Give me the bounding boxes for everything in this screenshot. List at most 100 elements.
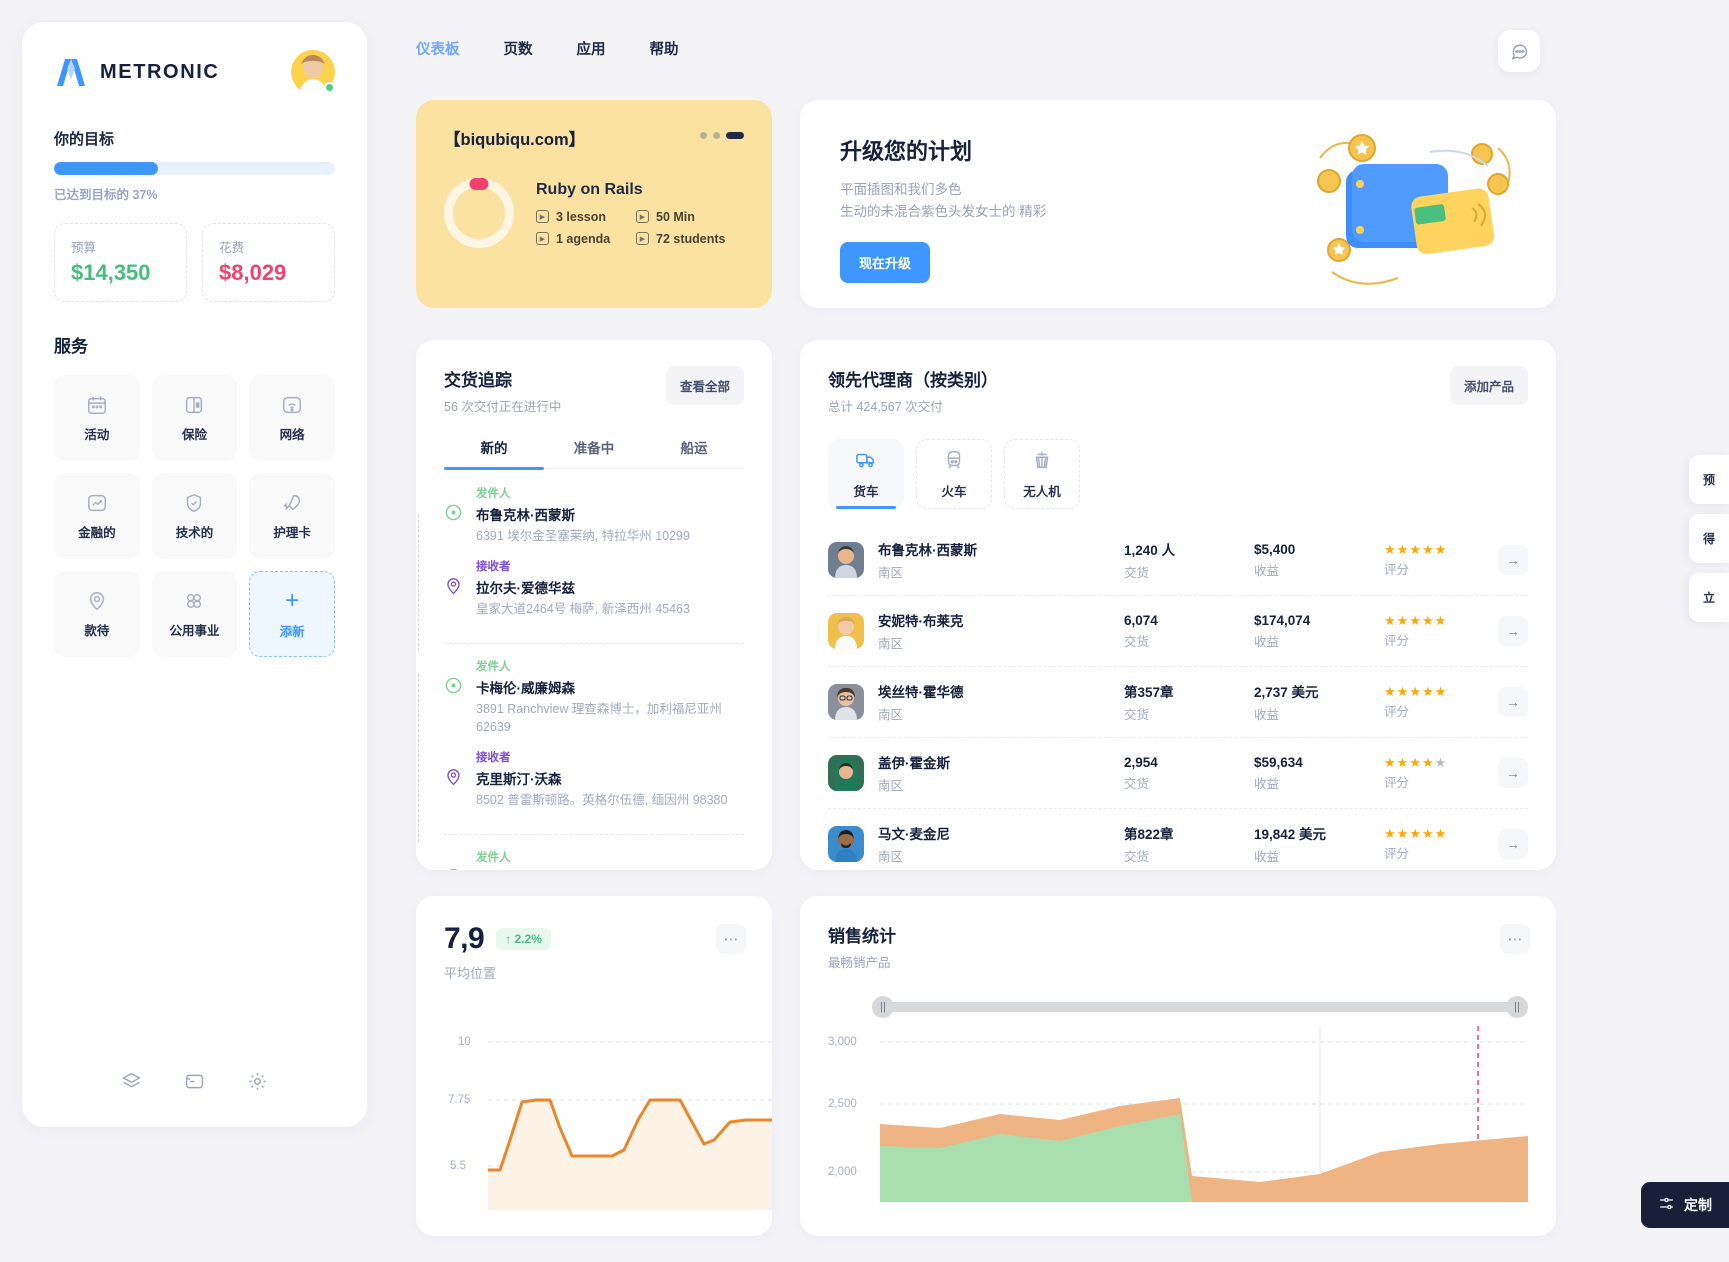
service-tile-network[interactable]: 网络 xyxy=(249,375,335,461)
agent-name: 布鲁克林·西蒙斯 xyxy=(878,543,977,558)
service-label: 保险 xyxy=(181,427,207,442)
service-tile-utilities[interactable]: 公用事业 xyxy=(151,571,238,657)
chat-bubble-icon[interactable] xyxy=(1498,30,1540,72)
agent-region: 南区 xyxy=(878,779,904,793)
sidebar-footer xyxy=(54,1071,335,1127)
receiver-label: 接收者 xyxy=(476,752,511,764)
avatar xyxy=(828,542,864,578)
dots-icon[interactable]: ⋯ xyxy=(1500,924,1530,954)
service-label: 网络 xyxy=(279,427,305,442)
nav-item-pages[interactable]: 页数 xyxy=(504,38,533,59)
sender-name: 卡梅伦·威廉姆森 xyxy=(476,680,575,696)
table-row: 安妮特·布莱克 南区 6,074 交货 $174,074 收益 ★ ★ ★ ★ ★ 评分 xyxy=(828,596,1528,667)
service-label: 金融的 xyxy=(78,525,116,540)
course-card-header: 【biqubiqu.com】 xyxy=(444,126,744,150)
dots-icon[interactable]: ⋯ xyxy=(716,924,746,954)
agent-revenue-caption: 收益 xyxy=(1254,850,1280,864)
nav-item-apps[interactable]: 应用 xyxy=(577,38,606,59)
arrow-right-icon[interactable]: → xyxy=(1498,758,1528,788)
agent-revenue-value: $59,634 xyxy=(1254,754,1303,770)
tab-preparing[interactable]: 准备中 xyxy=(544,437,644,468)
course-meta-agenda: ▶ 1 agenda xyxy=(536,232,636,246)
agent-name: 盖伊·霍金斯 xyxy=(878,756,950,771)
delivery-group: 发件人 卡梅伦·威廉姆森 3891 Ranchview 理查森博士，加利福尼亚州… xyxy=(418,642,744,842)
avatar xyxy=(828,755,864,791)
agent-delivery: 第822章 交货 xyxy=(1124,823,1254,865)
tab-shipping[interactable]: 船运 xyxy=(644,437,744,468)
carousel-dot[interactable] xyxy=(700,132,707,139)
table-row: 盖伊·霍金斯 南区 2,954 交货 $59,634 收益 ★ ★ ★ ★ ★ 评分 xyxy=(828,738,1528,809)
star-icon-empty: ★ xyxy=(1434,754,1447,770)
sales-range-slider[interactable]: || || xyxy=(872,996,1528,1018)
table-row: 埃丝特·霍华德 南区 第357章 交货 2,737 美元 收益 ★ ★ ★ ★ ★ 评分 xyxy=(828,667,1528,738)
customize-button[interactable]: 定制 xyxy=(1641,1182,1729,1228)
delivery-sender: 发件人 布鲁克林·西蒙斯 6391 埃尔金圣塞莱纳, 特拉华州 10299 xyxy=(445,485,744,546)
sales-chart-svg xyxy=(880,1026,1528,1202)
view-all-button[interactable]: 查看全部 xyxy=(665,366,744,405)
arrow-right-icon[interactable]: → xyxy=(1498,545,1528,575)
agent-name: 马文·麦金尼 xyxy=(878,827,950,842)
nav-item-dashboard[interactable]: 仪表板 xyxy=(416,38,460,59)
avgpos-kpi: 7,9 ↑ 2.2% xyxy=(444,922,744,956)
upgrade-now-button[interactable]: 现在升级 xyxy=(840,241,931,283)
star-icon: ★ xyxy=(1434,683,1447,699)
arrow-right-icon[interactable]: → xyxy=(1498,687,1528,717)
layers-icon[interactable] xyxy=(121,1071,142,1097)
budget-stats: 预算 $14,350 花费 $8,029 xyxy=(54,223,335,302)
course-meta-text: 1 agenda xyxy=(556,231,611,246)
plus-icon: + xyxy=(285,586,300,614)
service-tile-activity[interactable]: 活动 xyxy=(54,375,140,461)
nav-item-help[interactable]: 帮助 xyxy=(650,38,679,59)
avgpos-value: 7,9 xyxy=(444,922,485,955)
edge-tab-3[interactable]: 立 xyxy=(1689,573,1729,622)
note-icon[interactable] xyxy=(184,1071,205,1097)
slider-track[interactable] xyxy=(872,1002,1528,1012)
carousel-dot[interactable] xyxy=(713,132,720,139)
delivery-subtitle: 56 次交付正在进行中 xyxy=(444,400,562,414)
top-cards-row: 【biqubiqu.com】 Ruby on Rails ▶ 3 lesson … xyxy=(416,100,1556,308)
star-icon: ★ xyxy=(1396,541,1409,557)
sales-statistics-card: 销售统计 最畅销产品 ⋯ || || 3,000 2,500 2,000 xyxy=(800,896,1556,1236)
course-card: 【biqubiqu.com】 Ruby on Rails ▶ 3 lesson … xyxy=(416,100,772,308)
service-tile-technical[interactable]: 技术的 xyxy=(151,473,238,559)
star-rating: ★ ★ ★ ★ ★ xyxy=(1384,756,1484,769)
services-title: 服务 xyxy=(54,337,88,356)
segment-truck[interactable]: 货车 xyxy=(828,439,904,509)
slider-handle-left[interactable]: || xyxy=(872,996,894,1018)
avatar[interactable] xyxy=(291,50,335,94)
agent-region: 南区 xyxy=(878,850,904,864)
service-tile-insurance[interactable]: 保险 xyxy=(151,375,238,461)
y-tick-label: 3,000 xyxy=(828,1036,857,1048)
gear-icon[interactable] xyxy=(247,1071,268,1097)
y-tick-label: 2,500 xyxy=(828,1098,857,1110)
carousel-dots[interactable] xyxy=(700,126,744,139)
segment-drone[interactable]: 无人机 xyxy=(1004,439,1080,509)
segment-train[interactable]: 火车 xyxy=(916,439,992,509)
agents-title: 领先代理商（按类别） xyxy=(828,371,998,390)
service-label: 添新 xyxy=(279,624,305,639)
stat-spent: 花费 $8,029 xyxy=(202,223,335,302)
delivery-sender: 发件人 卡梅伦·威廉姆森 3891 Ranchview 理查森博士，加利福尼亚州… xyxy=(445,658,744,738)
edge-tab-1[interactable]: 预 xyxy=(1689,455,1729,504)
star-icon: ★ xyxy=(1434,825,1447,841)
star-icon: ★ xyxy=(1421,612,1434,628)
brand-name: METRONIC xyxy=(100,60,220,83)
carousel-dot-active[interactable] xyxy=(726,132,744,139)
y-tick-label: 10 xyxy=(458,1036,471,1048)
star-icon: ★ xyxy=(1409,754,1421,770)
edge-tab-2[interactable]: 得 xyxy=(1689,514,1729,563)
agent-revenue: $5,400 收益 xyxy=(1254,542,1384,579)
course-card-body: Ruby on Rails ▶ 3 lesson ▶ 50 Min ▶ 1 agend… xyxy=(444,178,744,248)
service-tile-finance[interactable]: 金融的 xyxy=(54,473,140,559)
service-tile-care[interactable]: 护理卡 xyxy=(249,473,335,559)
brand[interactable]: METRONIC xyxy=(54,57,219,87)
arrow-right-icon[interactable]: → xyxy=(1498,829,1528,859)
slider-handle-right[interactable]: || xyxy=(1506,996,1528,1018)
agent-revenue-caption: 收益 xyxy=(1254,634,1280,649)
arrow-right-icon[interactable]: → xyxy=(1498,616,1528,646)
service-tile-hospitality[interactable]: 款待 xyxy=(54,571,140,657)
service-tile-add-new[interactable]: + 添新 xyxy=(249,571,335,657)
add-product-button[interactable]: 添加产品 xyxy=(1449,366,1528,405)
agent-info: 安妮特·布莱克 南区 xyxy=(878,610,1124,652)
tab-new[interactable]: 新的 xyxy=(444,437,544,470)
